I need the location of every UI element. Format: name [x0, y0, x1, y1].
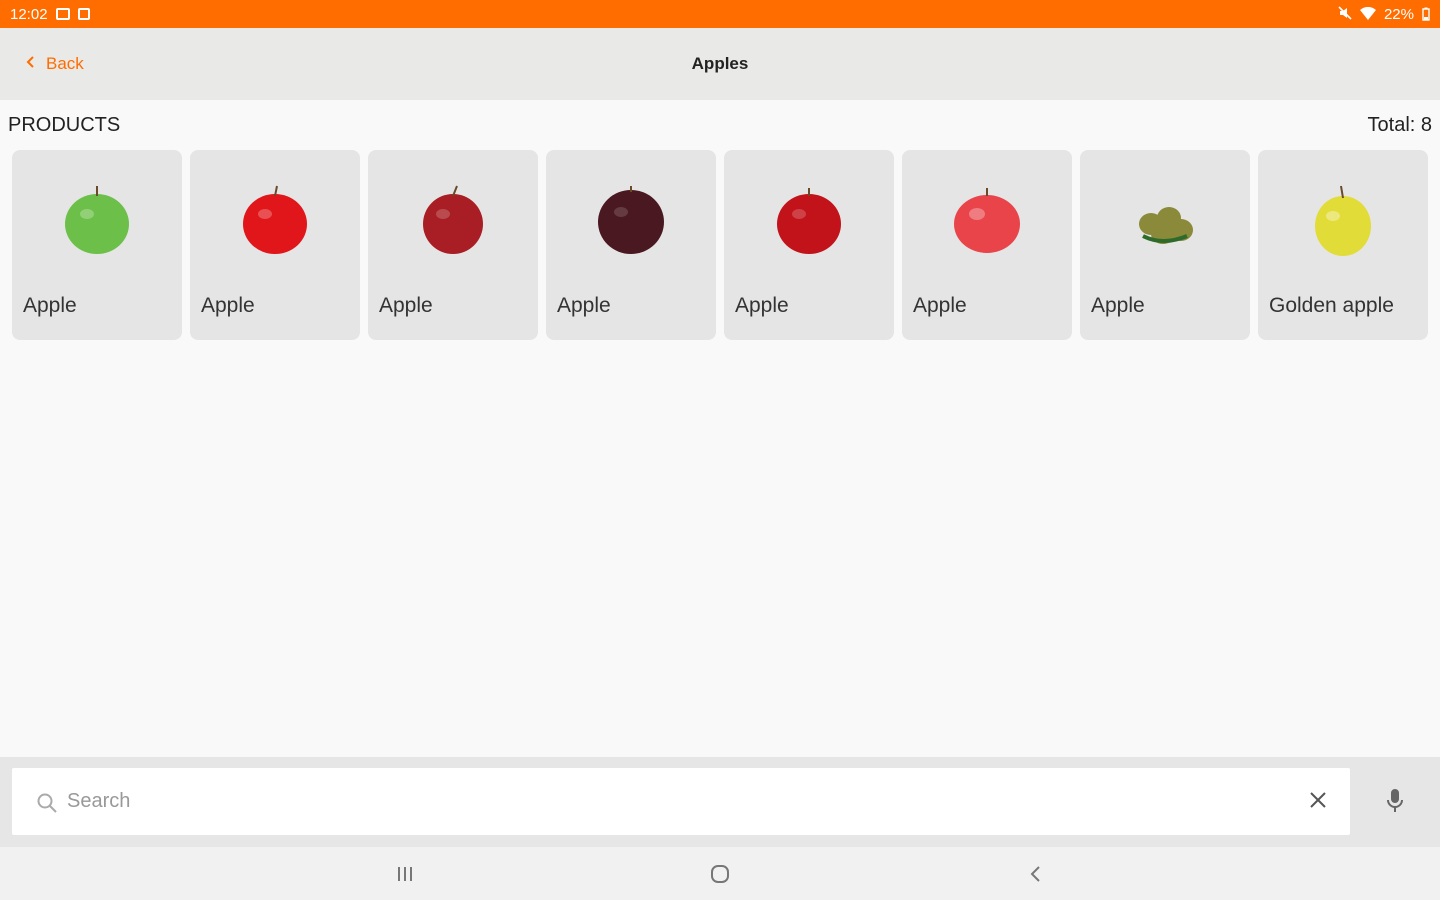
battery-percent: 22%: [1383, 5, 1414, 23]
search-box: [12, 768, 1350, 835]
wifi-icon: [1359, 7, 1376, 21]
product-name: Apple: [1091, 294, 1145, 317]
total-count: Total: 8: [1367, 113, 1432, 136]
close-icon[interactable]: [1308, 790, 1328, 815]
product-card[interactable]: Apple: [546, 150, 716, 340]
nav-back-icon[interactable]: [1021, 859, 1051, 889]
microphone-icon[interactable]: [1385, 787, 1405, 820]
product-card[interactable]: Apple: [12, 150, 182, 340]
product-name: Apple: [735, 294, 789, 317]
sim-icon: [77, 8, 90, 20]
gallery-icon: [55, 8, 70, 20]
app-toolbar: Back Apples: [0, 28, 1440, 100]
chevron-left-icon: [26, 54, 36, 74]
product-card[interactable]: Apple: [902, 150, 1072, 340]
system-nav-bar: [0, 847, 1440, 900]
product-name: Apple: [201, 294, 255, 317]
product-name: Golden apple: [1269, 294, 1394, 317]
product-name: Apple: [913, 294, 967, 317]
product-card[interactable]: Apple: [724, 150, 894, 340]
search-icon: [36, 792, 58, 819]
battery-icon: [1422, 7, 1430, 21]
apple-image-icon: [777, 188, 841, 254]
recent-apps-icon[interactable]: [390, 859, 420, 889]
product-card[interactable]: Apple: [1080, 150, 1250, 340]
apple-image-icon: [243, 185, 307, 254]
search-bar-area: [0, 757, 1440, 847]
status-time: 12:02: [10, 5, 48, 23]
product-name: Apple: [379, 294, 433, 317]
back-button[interactable]: Back: [26, 28, 84, 100]
home-icon[interactable]: [705, 859, 735, 889]
fruit-bunch-image-icon: [1139, 207, 1193, 244]
product-card[interactable]: Apple: [368, 150, 538, 340]
mute-icon: [1338, 5, 1352, 23]
page-title: Apples: [691, 54, 749, 73]
product-card[interactable]: Golden apple: [1258, 150, 1428, 340]
product-name: Apple: [23, 294, 77, 317]
product-name: Apple: [557, 294, 611, 317]
search-input[interactable]: [67, 768, 1267, 835]
apple-image-icon: [954, 188, 1020, 253]
section-title: PRODUCTS: [8, 113, 121, 136]
apple-image-icon: [1315, 185, 1371, 256]
back-label: Back: [46, 54, 84, 73]
apple-image-icon: [65, 186, 129, 254]
apple-image-icon: [598, 186, 664, 254]
products-header: PRODUCTS Total: 8: [8, 112, 1432, 138]
product-card[interactable]: Apple: [190, 150, 360, 340]
status-bar: 12:02 22%: [0, 0, 1440, 28]
product-grid: Apple Apple Apple Apple Apple Apple Appl…: [12, 150, 1428, 340]
apple-image-icon: [423, 185, 483, 254]
